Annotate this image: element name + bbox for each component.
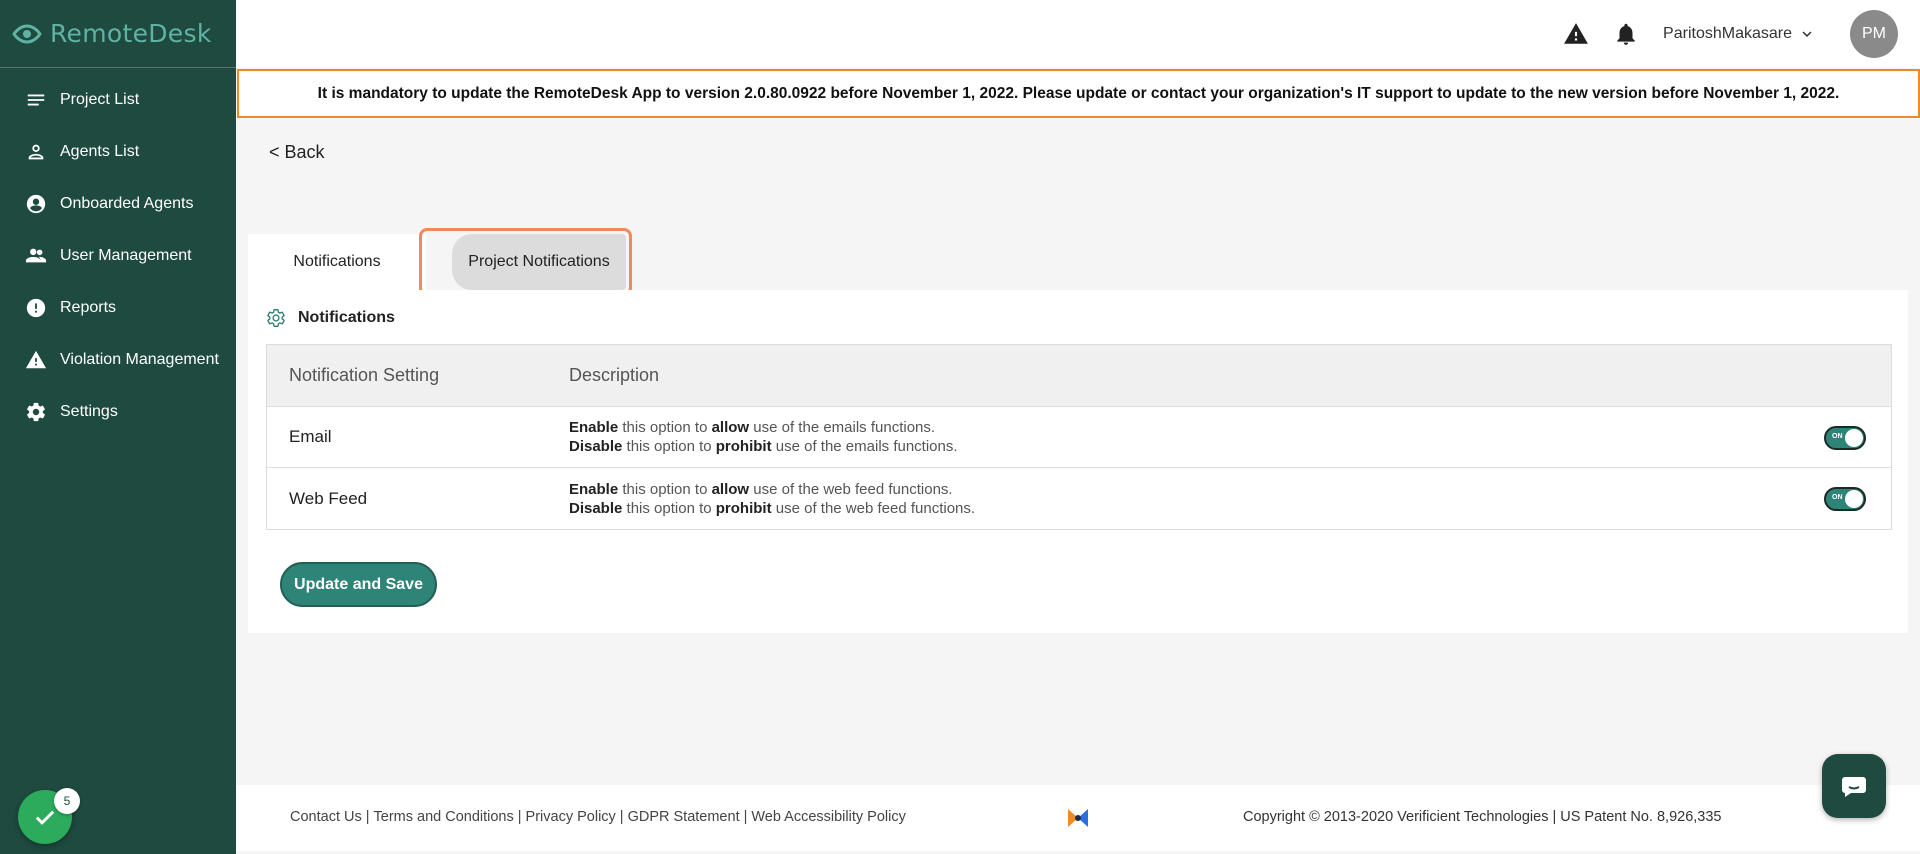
column-header-setting: Notification Setting (289, 365, 440, 385)
toggle-knob (1845, 429, 1863, 447)
sidebar-item-onboarded-agents[interactable]: Onboarded Agents (0, 178, 236, 230)
sidebar: RemoteDesk Project List Agents List Onbo… (0, 0, 236, 854)
person-icon (24, 140, 48, 164)
update-and-save-button[interactable]: Update and Save (280, 562, 437, 607)
gear-icon (24, 400, 48, 424)
toggle-state: ON (1832, 433, 1843, 440)
section-title: Notifications (266, 308, 395, 328)
verificient-logo-icon (1068, 809, 1088, 827)
setting-name: Web Feed (289, 488, 368, 508)
section-title-text: Notifications (298, 309, 395, 326)
sidebar-item-label: Onboarded Agents (60, 195, 194, 212)
sidebar-item-user-management[interactable]: User Management (0, 230, 236, 282)
sidebar-item-label: Project List (60, 91, 140, 108)
user-name-dropdown[interactable]: ParitoshMakasare (1663, 25, 1792, 43)
warning-icon (24, 348, 48, 372)
top-header: ParitoshMakasare PM (236, 0, 1920, 68)
update-notice-banner: It is mandatory to update the RemoteDesk… (237, 69, 1920, 118)
toggle-knob (1845, 490, 1863, 508)
warning-icon[interactable] (1563, 21, 1589, 47)
alert-circle-icon (24, 296, 48, 320)
privacy-policy-link[interactable]: Privacy Policy (526, 809, 616, 825)
chat-button[interactable] (1822, 754, 1886, 818)
notification-settings-table: Notification Setting Description Email E… (266, 344, 1892, 530)
list-icon (24, 88, 48, 112)
contact-us-link[interactable]: Contact Us (290, 809, 362, 825)
brand-logo[interactable]: RemoteDesk (0, 0, 236, 68)
table-row: Web Feed Enable this option to allow use… (267, 468, 1891, 529)
people-icon (24, 244, 48, 268)
accessibility-policy-link[interactable]: Web Accessibility Policy (751, 809, 905, 825)
column-header-description: Description (569, 365, 660, 385)
sidebar-item-agents-list[interactable]: Agents List (0, 126, 236, 178)
tab-notifications[interactable]: Notifications (248, 234, 426, 290)
sidebar-item-label: User Management (60, 247, 192, 264)
sidebar-item-project-list[interactable]: Project List (0, 74, 236, 126)
bell-icon[interactable] (1613, 21, 1639, 47)
sidebar-item-violation-management[interactable]: Violation Management (0, 334, 236, 386)
email-toggle[interactable]: ON (1824, 426, 1866, 450)
chat-icon (1842, 777, 1866, 797)
sidebar-item-label: Reports (60, 299, 117, 316)
setting-name: Email (289, 427, 332, 446)
chevron-down-icon[interactable] (1798, 25, 1816, 43)
web-feed-toggle[interactable]: ON (1824, 487, 1866, 511)
terms-link[interactable]: Terms and Conditions (374, 809, 514, 825)
avatar[interactable]: PM (1850, 10, 1898, 58)
table-header: Notification Setting Description (267, 345, 1891, 407)
setting-description: Enable this option to allow use of the e… (569, 419, 958, 455)
toggle-state: ON (1832, 494, 1843, 501)
check-count-badge: 5 (54, 788, 80, 814)
table-row: Email Enable this option to allow use of… (267, 407, 1891, 468)
sidebar-item-label: Agents List (60, 143, 140, 160)
notifications-card: Notifications Notification Setting Descr… (248, 290, 1908, 633)
setting-description: Enable this option to allow use of the w… (569, 480, 976, 517)
gear-icon (267, 309, 285, 328)
footer: Contact Us | Terms and Conditions | Priv… (236, 785, 1920, 851)
back-link[interactable]: < Back (269, 142, 325, 163)
sidebar-item-label: Settings (60, 403, 118, 420)
sidebar-nav: Project List Agents List Onboarded Agent… (0, 74, 236, 438)
sidebar-item-reports[interactable]: Reports (0, 282, 236, 334)
copyright-text: Copyright © 2013-2020 Verificient Techno… (1243, 809, 1722, 825)
tab-highlight-outline (419, 228, 632, 296)
account-circle-icon (24, 192, 48, 216)
brand-name: RemoteDesk (50, 19, 212, 48)
sidebar-item-settings[interactable]: Settings (0, 386, 236, 438)
eye-logo-icon (12, 23, 42, 44)
sidebar-item-label: Violation Management (60, 351, 219, 368)
footer-links: Contact Us | Terms and Conditions | Priv… (290, 809, 906, 825)
gdpr-link[interactable]: GDPR Statement (628, 809, 740, 825)
